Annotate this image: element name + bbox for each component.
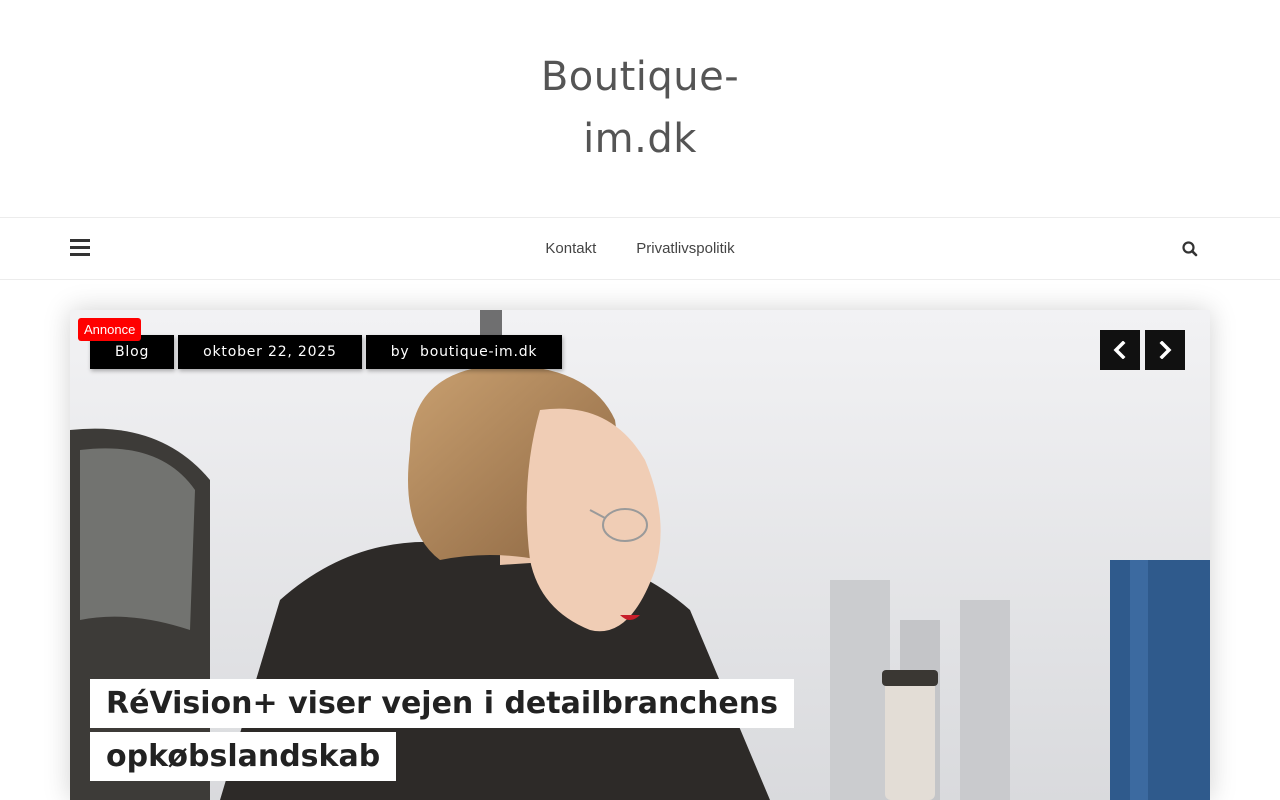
featured-slider: Annonce Blog oktober 22, 2025 by boutiqu… bbox=[70, 310, 1210, 800]
date-chip[interactable]: oktober 22, 2025 bbox=[178, 335, 362, 369]
search-icon[interactable] bbox=[1180, 239, 1200, 259]
site-title-link[interactable]: Boutique- im.dk bbox=[530, 46, 750, 170]
post-meta: Blog oktober 22, 2025 by boutique-im.dk bbox=[90, 335, 563, 369]
category-link[interactable]: Blog bbox=[115, 344, 149, 360]
site-title-line1: Boutique- bbox=[540, 54, 740, 100]
by-label: by bbox=[390, 344, 410, 360]
menu-item-kontakt[interactable]: Kontakt bbox=[545, 240, 596, 257]
hamburger-icon[interactable] bbox=[70, 239, 90, 257]
chevron-right-icon bbox=[1159, 341, 1172, 359]
slide-title-text[interactable]: RéVision+ viser vejen i detailbranchens … bbox=[90, 679, 794, 781]
ad-badge: Annonce bbox=[78, 318, 142, 341]
site-header: Boutique- im.dk bbox=[0, 0, 1280, 217]
menu-item-privatlivspolitik[interactable]: Privatlivspolitik bbox=[636, 240, 734, 257]
primary-menu: Kontakt Privatlivspolitik bbox=[0, 218, 1280, 279]
date-link[interactable]: oktober 22, 2025 bbox=[203, 344, 337, 360]
site-title-line2: im.dk bbox=[583, 116, 697, 162]
slide-title[interactable]: RéVision+ viser vejen i detailbranchens … bbox=[90, 677, 794, 783]
next-slide-button[interactable] bbox=[1145, 330, 1185, 370]
slider-arrows bbox=[1100, 330, 1185, 370]
site-title: Boutique- im.dk bbox=[0, 46, 1280, 170]
chevron-left-icon bbox=[1113, 341, 1126, 359]
main-navigation: Kontakt Privatlivspolitik bbox=[0, 217, 1280, 280]
prev-slide-button[interactable] bbox=[1100, 330, 1140, 370]
author-chip[interactable]: by boutique-im.dk bbox=[365, 335, 563, 369]
author-link[interactable]: boutique-im.dk bbox=[420, 344, 537, 360]
